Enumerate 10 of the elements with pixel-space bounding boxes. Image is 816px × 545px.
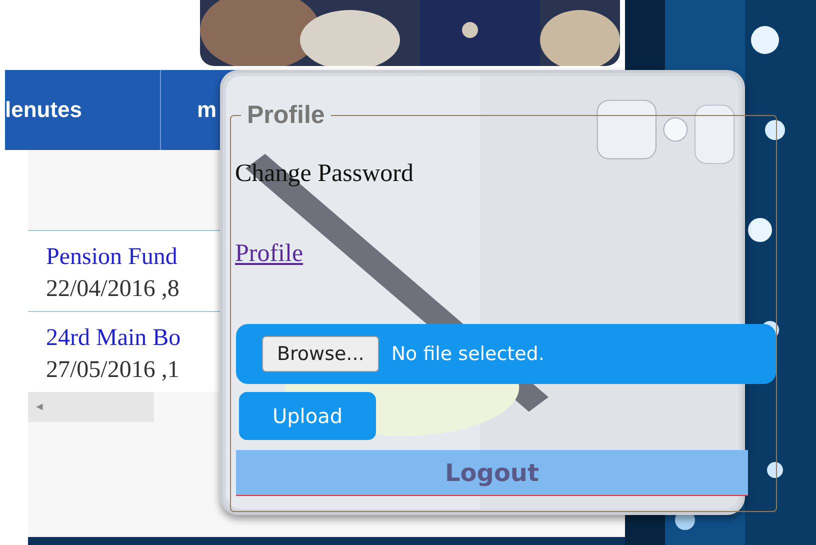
menu-text: Change Password [235,160,414,188]
meeting-date: 27/05/2016 ,1 [46,356,180,385]
meeting-link[interactable]: 24rd Main Bo [46,322,181,354]
file-status: No file selected. [391,343,544,365]
profile-link[interactable]: Profile [235,240,304,268]
meeting-date: 22/04/2016 ,8 [46,275,180,304]
meeting-link[interactable]: Pension Fund [46,241,178,273]
file-input[interactable]: Browse... No file selected. [236,324,776,384]
nav-tab[interactable]: m [161,70,217,150]
browse-button[interactable]: Browse... [262,336,380,372]
